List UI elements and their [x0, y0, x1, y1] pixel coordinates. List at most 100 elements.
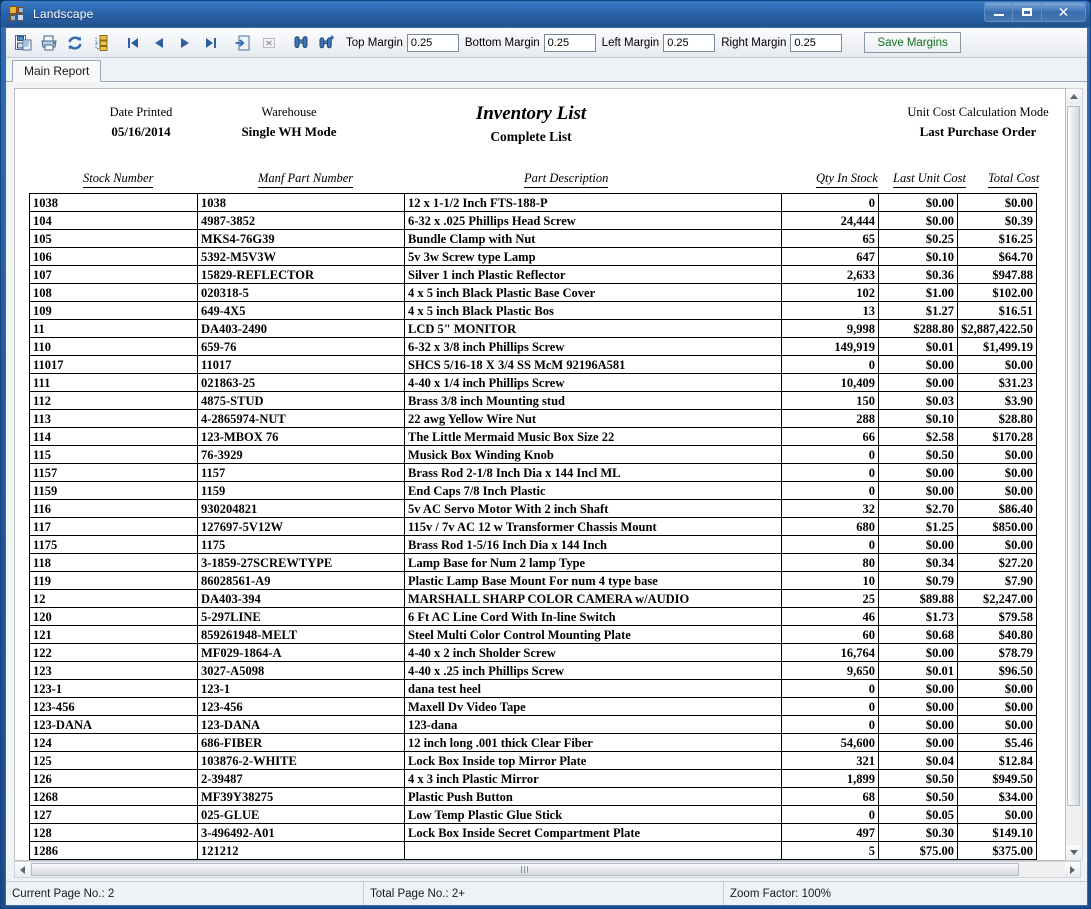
- table-row: 1159 1159 End Caps 7/8 Inch Plastic 0 $0.00 $…: [29, 481, 1037, 500]
- cell-part-description: 4-40 x 1/4 inch Phillips Screw: [404, 373, 782, 392]
- table-row: 119 86028561-A9 Plastic Lamp Base Mount Fo…: [29, 571, 1037, 590]
- report-page: Date Printed 05/16/2014 Warehouse Single…: [14, 88, 1066, 861]
- cell-manf-part-number: DA403-394: [197, 589, 405, 608]
- scroll-up-button[interactable]: [1066, 89, 1081, 104]
- save-margins-button[interactable]: Save Margins: [864, 32, 961, 53]
- cell-part-description: Lock Box Inside top Mirror Plate: [404, 751, 782, 770]
- search-next-icon[interactable]: [314, 30, 340, 56]
- cell-part-description: Steel Multi Color Control Mounting Plate: [404, 625, 782, 644]
- tab-strip: Main Report: [6, 58, 1087, 82]
- cell-last-unit-cost: $0.00: [878, 463, 958, 482]
- horizontal-scroll-thumb[interactable]: [31, 863, 1019, 876]
- first-page-icon[interactable]: [120, 30, 146, 56]
- cell-part-description: 12 x 1-1/2 Inch FTS-188-P: [404, 193, 782, 212]
- maximize-button[interactable]: [1013, 2, 1042, 22]
- column-header-qty-in-stock: Qty In Stock: [816, 171, 878, 188]
- vertical-scroll-thumb[interactable]: [1067, 106, 1080, 806]
- cell-manf-part-number: 025-GLUE: [197, 805, 405, 824]
- date-printed-value: 05/16/2014: [111, 124, 171, 139]
- cell-manf-part-number: MF029-1864-A: [197, 643, 405, 662]
- cell-manf-part-number: 123-456: [197, 697, 405, 716]
- export-icon[interactable]: [10, 30, 36, 56]
- previous-page-icon[interactable]: [146, 30, 172, 56]
- table-row: 1038 1038 12 x 1-1/2 Inch FTS-188-P 0 $0.00 $…: [29, 193, 1037, 212]
- cell-manf-part-number: 103876-2-WHITE: [197, 751, 405, 770]
- cell-qty-in-stock: 80: [781, 553, 879, 572]
- minimize-button[interactable]: [984, 2, 1013, 22]
- cell-part-description: Plastic Push Button: [404, 787, 782, 806]
- refresh-icon[interactable]: [62, 30, 88, 56]
- cell-qty-in-stock: 0: [781, 715, 879, 734]
- cell-stock-number: 123-456: [29, 697, 198, 716]
- cell-last-unit-cost: $0.25: [878, 229, 958, 248]
- cell-last-unit-cost: $0.50: [878, 445, 958, 464]
- cell-manf-part-number: 3027-A5098: [197, 661, 405, 680]
- cell-manf-part-number: DA403-2490: [197, 319, 405, 338]
- warehouse-label: Warehouse: [261, 105, 317, 119]
- cell-total-cost: $31.23: [957, 373, 1037, 392]
- cell-total-cost: $5.46: [957, 733, 1037, 752]
- cell-total-cost: $34.00: [957, 787, 1037, 806]
- cell-stock-number: 118: [29, 553, 198, 572]
- cell-part-description: LCD 5" MONITOR: [404, 319, 782, 338]
- cell-total-cost: $0.00: [957, 679, 1037, 698]
- cell-qty-in-stock: 5: [781, 841, 879, 860]
- scroll-right-button[interactable]: [1065, 862, 1080, 877]
- close-button[interactable]: ✕: [1042, 2, 1086, 22]
- tab-main-report[interactable]: Main Report: [12, 60, 102, 82]
- cell-qty-in-stock: 25: [781, 589, 879, 608]
- horizontal-scrollbar[interactable]: [14, 861, 1081, 878]
- table-row: 1157 1157 Brass Rod 2-1/8 Inch Dia x 144 I…: [29, 463, 1037, 482]
- cell-qty-in-stock: 0: [781, 805, 879, 824]
- cell-total-cost: $64.70: [957, 247, 1037, 266]
- cell-total-cost: $170.28: [957, 427, 1037, 446]
- table-row: 1268 MF39Y38275 Plastic Push Button 68 $0.50…: [29, 787, 1037, 806]
- cell-last-unit-cost: $0.00: [878, 373, 958, 392]
- cell-stock-number: 117: [29, 517, 198, 536]
- right-margin-input[interactable]: [790, 33, 843, 52]
- group-tree-icon[interactable]: [88, 30, 114, 56]
- bottom-margin-input[interactable]: [543, 33, 596, 52]
- scroll-left-button[interactable]: [15, 862, 30, 877]
- print-icon[interactable]: [36, 30, 62, 56]
- cell-last-unit-cost: $288.80: [878, 319, 958, 338]
- cell-part-description: dana test heel: [404, 679, 782, 698]
- warehouse-block: Warehouse Single WH Mode: [219, 105, 359, 140]
- table-row: 1286 121212 5 $75.00 $375.00: [29, 841, 1037, 860]
- cell-stock-number: 1286: [29, 841, 198, 860]
- vertical-scrollbar[interactable]: [1066, 88, 1083, 861]
- cell-last-unit-cost: $0.00: [878, 679, 958, 698]
- top-margin-label: Top Margin: [346, 36, 403, 49]
- cell-total-cost: $3.90: [957, 391, 1037, 410]
- top-margin-input[interactable]: [406, 33, 459, 52]
- cell-part-description: 4 x 5 inch Black Plastic Base Cover: [404, 283, 782, 302]
- cell-part-description: 5v AC Servo Motor With 2 inch Shaft: [404, 499, 782, 518]
- cell-last-unit-cost: $0.10: [878, 409, 958, 428]
- cell-stock-number: 1038: [29, 193, 198, 212]
- date-printed-block: Date Printed 05/16/2014: [81, 105, 201, 140]
- cell-total-cost: $1,499.19: [957, 337, 1037, 356]
- cell-part-description: 4 x 5 inch Black Plastic Bos: [404, 301, 782, 320]
- cell-last-unit-cost: $1.25: [878, 517, 958, 536]
- table-row: 106 5392-M5V3W 5v 3w Screw type Lamp 647 $0.…: [29, 247, 1037, 266]
- cell-part-description: Brass 3/8 inch Mounting stud: [404, 391, 782, 410]
- cell-total-cost: $949.50: [957, 769, 1037, 788]
- cell-qty-in-stock: 9,998: [781, 319, 879, 338]
- cell-manf-part-number: 5-297LINE: [197, 607, 405, 626]
- cell-total-cost: $78.79: [957, 643, 1037, 662]
- go-to-page-icon[interactable]: [230, 30, 256, 56]
- cell-part-description: 115v / 7v AC 12 w Transformer Chassis Mo…: [404, 517, 782, 536]
- cell-last-unit-cost: $89.88: [878, 589, 958, 608]
- cell-qty-in-stock: 32: [781, 499, 879, 518]
- scroll-down-button[interactable]: [1066, 845, 1081, 860]
- column-header-part-description: Part Description: [524, 171, 609, 188]
- cell-part-description: Silver 1 inch Plastic Reflector: [404, 265, 782, 284]
- next-page-icon[interactable]: [172, 30, 198, 56]
- last-page-icon[interactable]: [198, 30, 224, 56]
- cell-total-cost: $850.00: [957, 517, 1037, 536]
- search-icon[interactable]: [288, 30, 314, 56]
- cell-last-unit-cost: $0.00: [878, 211, 958, 230]
- cell-manf-part-number: 1038: [197, 193, 405, 212]
- left-margin-input[interactable]: [663, 33, 716, 52]
- cell-last-unit-cost: $0.68: [878, 625, 958, 644]
